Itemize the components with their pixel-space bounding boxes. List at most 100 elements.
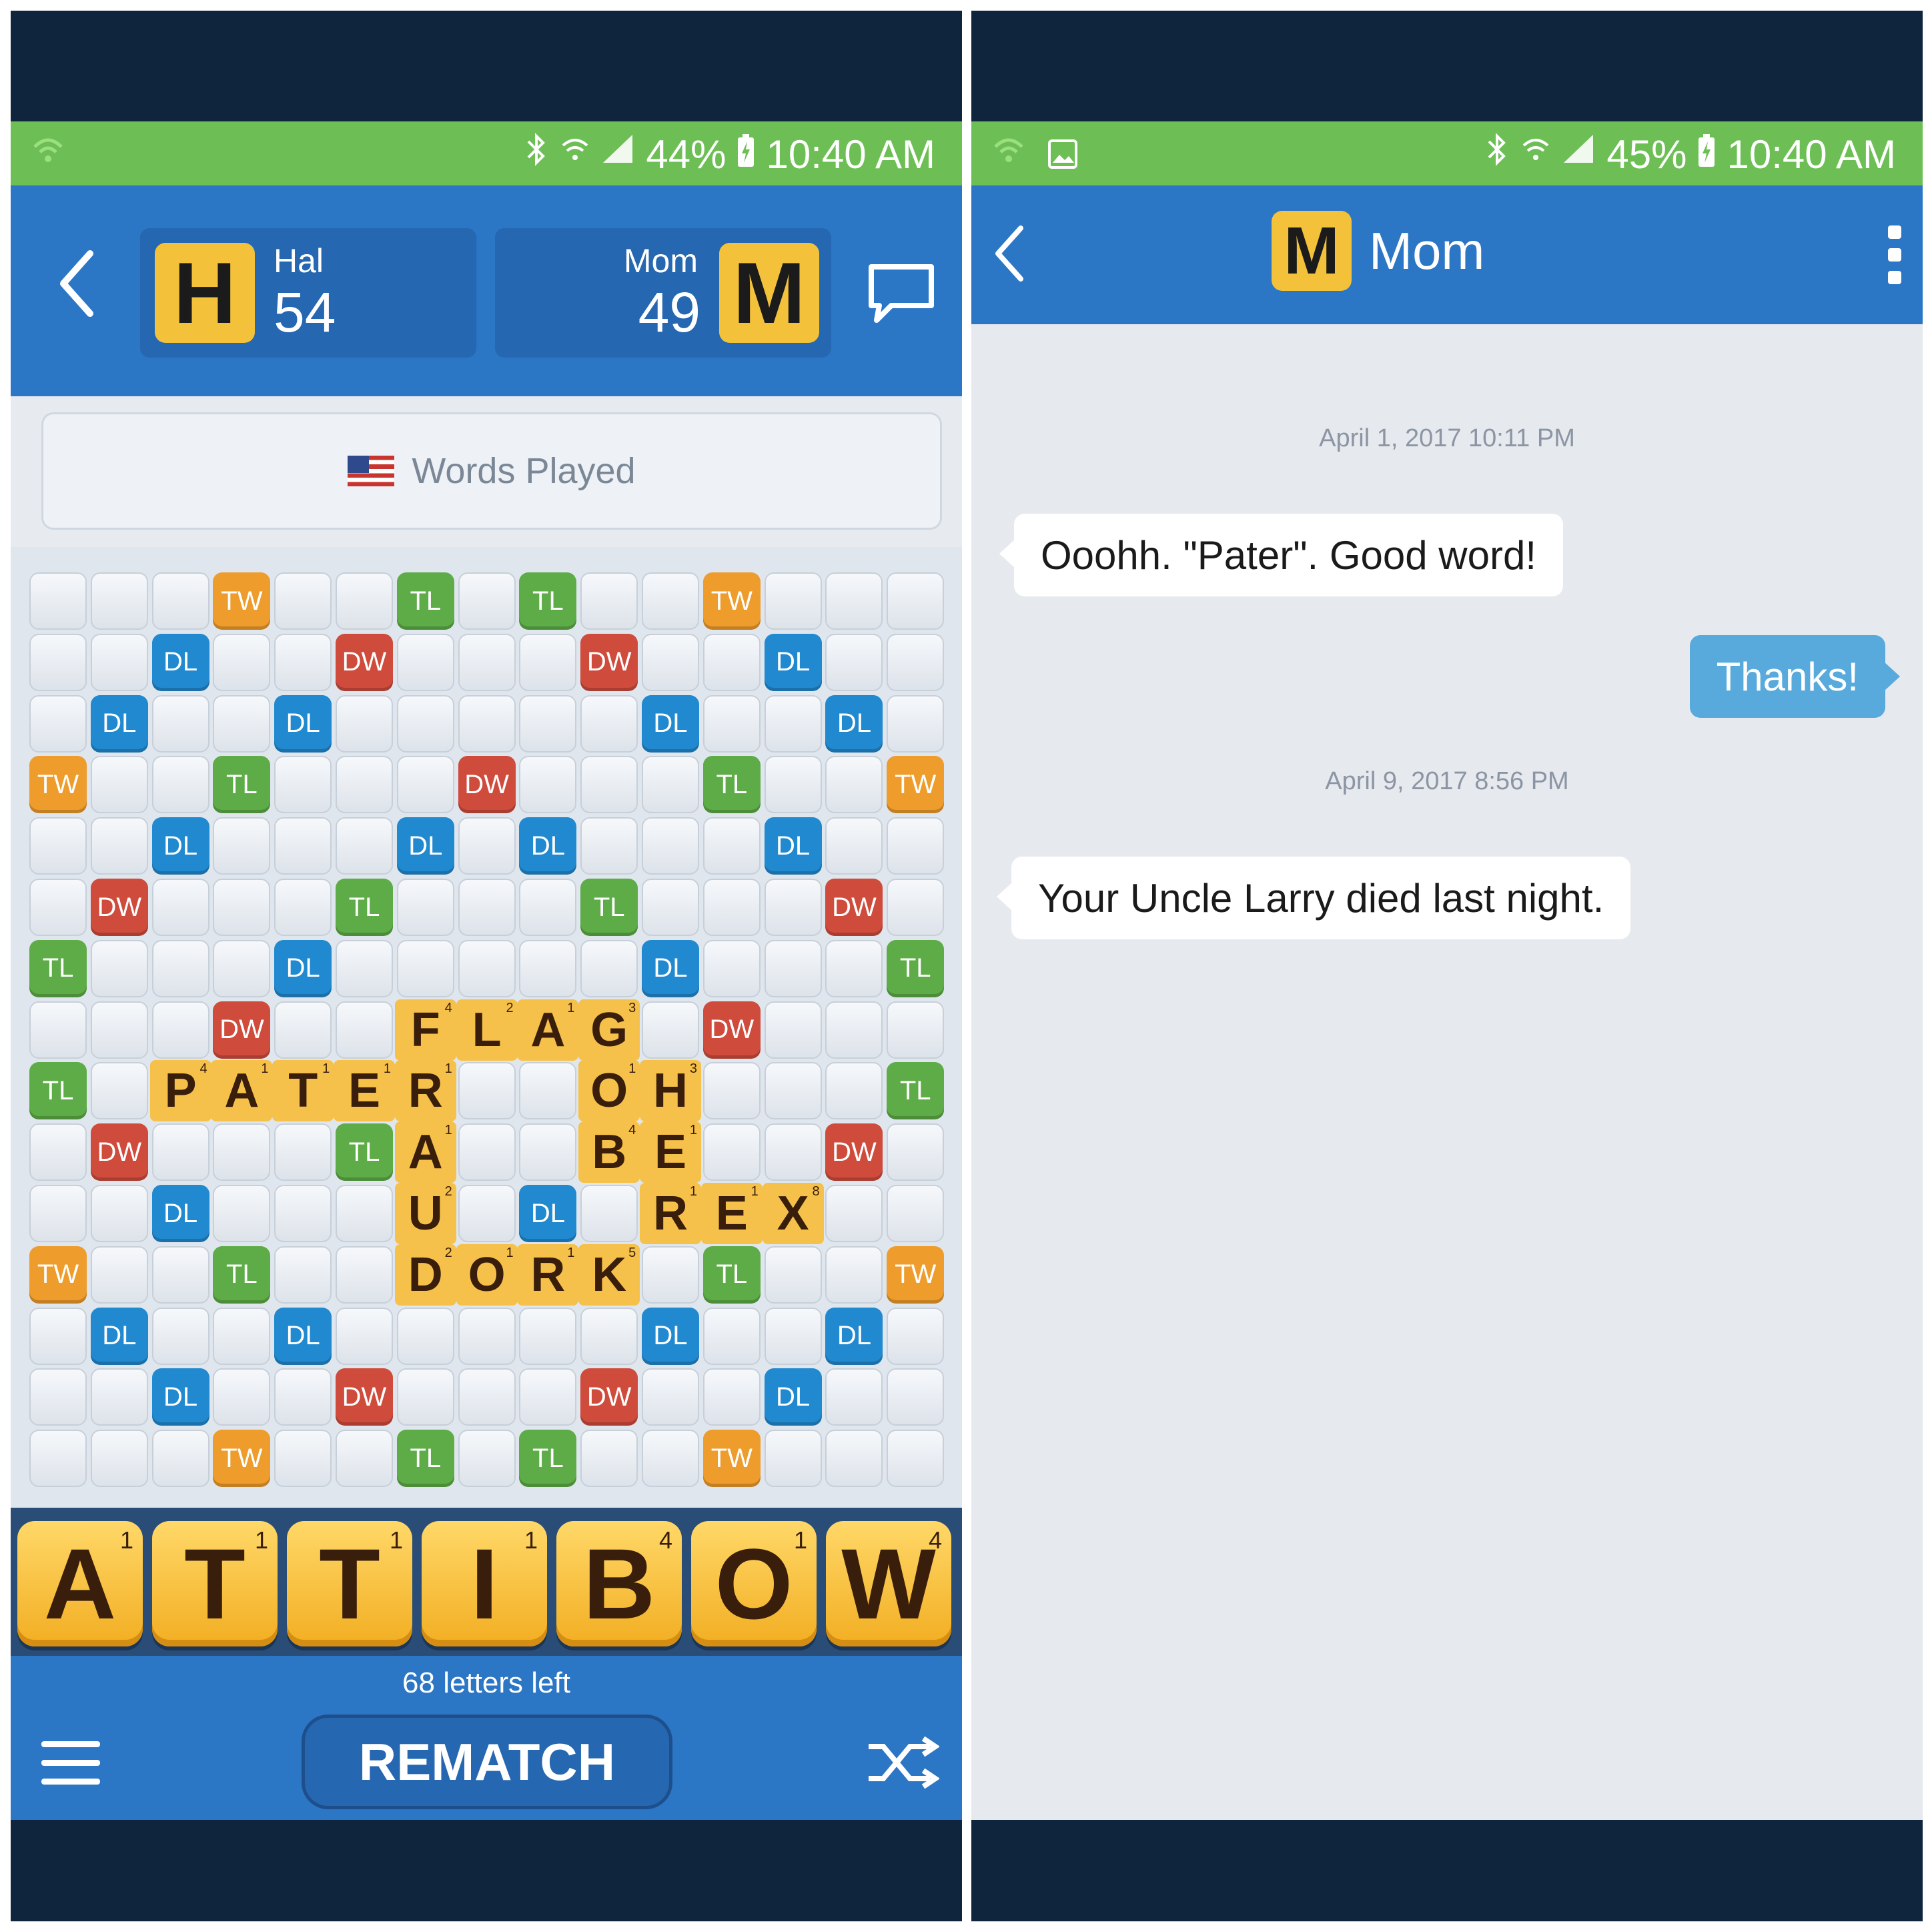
board-square[interactable] <box>764 1123 822 1181</box>
board-square[interactable] <box>29 1430 87 1488</box>
board-square[interactable] <box>213 1123 271 1181</box>
premium-square-tw[interactable]: TW <box>702 1430 761 1488</box>
board-square[interactable] <box>642 1246 699 1304</box>
premium-square-dl[interactable]: DL <box>519 1185 577 1242</box>
board-square[interactable] <box>458 1185 516 1242</box>
board-square[interactable] <box>825 1246 883 1304</box>
premium-square-dw[interactable]: DW <box>336 1368 393 1426</box>
game-board[interactable]: TW TL TL TW DL DW DW DL DL DL DL DL TW TL DW TL TW DL DL DL… <box>11 547 962 1508</box>
board-square[interactable] <box>519 1368 577 1426</box>
board-square[interactable] <box>702 879 761 936</box>
premium-square-tw[interactable]: TW <box>213 1430 271 1488</box>
board-square[interactable] <box>213 1185 271 1242</box>
rack-tile[interactable]: O1 <box>691 1521 817 1646</box>
board-square[interactable] <box>887 1001 945 1059</box>
board-square[interactable] <box>29 879 87 936</box>
board-square[interactable] <box>825 572 883 630</box>
premium-square-dl[interactable]: DL <box>764 1368 822 1426</box>
message-bubble-incoming[interactable]: Ooohh. "Pater". Good word! <box>999 514 1563 596</box>
board-square[interactable] <box>213 939 271 997</box>
premium-square-dl[interactable]: DL <box>90 1307 148 1365</box>
rack-tile[interactable]: T1 <box>152 1521 278 1646</box>
board-square[interactable] <box>458 817 516 875</box>
board-square[interactable] <box>519 1123 577 1181</box>
board-square[interactable] <box>825 1430 883 1488</box>
premium-square-tl[interactable]: TL <box>29 1062 87 1120</box>
premium-square-tw[interactable]: TW <box>29 756 87 814</box>
board-square[interactable] <box>642 756 699 814</box>
board-square[interactable] <box>29 1001 87 1059</box>
board-square[interactable] <box>213 694 271 753</box>
board-square[interactable] <box>887 879 945 936</box>
board-square[interactable] <box>274 1368 332 1426</box>
board-square[interactable] <box>458 572 516 630</box>
board-square[interactable] <box>151 1307 209 1365</box>
premium-square-dw[interactable]: DW <box>580 1368 638 1426</box>
board-square[interactable] <box>702 694 761 753</box>
board-square[interactable] <box>887 1368 945 1426</box>
board-square[interactable] <box>825 1185 883 1242</box>
board-square[interactable] <box>29 572 87 630</box>
premium-square-dl[interactable]: DL <box>764 633 822 691</box>
board-square[interactable] <box>764 1001 822 1059</box>
board-square[interactable] <box>90 1185 148 1242</box>
board-square[interactable] <box>519 939 577 997</box>
board-square[interactable] <box>396 879 454 936</box>
board-square[interactable] <box>642 1368 699 1426</box>
board-square[interactable] <box>887 1185 945 1242</box>
board-square[interactable] <box>825 756 883 814</box>
board-square[interactable] <box>458 1368 516 1426</box>
premium-square-tl[interactable]: TL <box>336 879 393 936</box>
board-square[interactable] <box>458 1062 516 1120</box>
board-square[interactable] <box>519 1307 577 1365</box>
board-square[interactable] <box>336 694 393 753</box>
player-card-mom[interactable]: Mom 49 M <box>495 228 831 358</box>
premium-square-dw[interactable]: DW <box>825 879 883 936</box>
premium-square-dw[interactable]: DW <box>825 1123 883 1181</box>
board-square[interactable] <box>642 817 699 875</box>
board-square[interactable] <box>213 633 271 691</box>
menu-button[interactable] <box>39 1736 103 1793</box>
rack-tile[interactable]: B4 <box>556 1521 682 1646</box>
board-square[interactable] <box>702 633 761 691</box>
board-square[interactable] <box>825 1062 883 1120</box>
premium-square-tl[interactable]: TL <box>887 939 945 997</box>
board-square[interactable] <box>274 1123 332 1181</box>
premium-square-dw[interactable]: DW <box>702 1001 761 1059</box>
board-square[interactable] <box>580 1185 638 1242</box>
board-square[interactable] <box>458 1307 516 1365</box>
board-square[interactable] <box>702 817 761 875</box>
premium-square-dw[interactable]: DW <box>580 633 638 691</box>
board-square[interactable] <box>151 1430 209 1488</box>
board-square[interactable] <box>887 1430 945 1488</box>
tile-rack[interactable]: A1T1T1I1B4O1W4 <box>11 1508 962 1656</box>
premium-square-tl[interactable]: TL <box>702 756 761 814</box>
board-square[interactable] <box>336 939 393 997</box>
premium-square-tl[interactable]: TL <box>29 939 87 997</box>
premium-square-tl[interactable]: TL <box>702 1246 761 1304</box>
board-square[interactable] <box>580 756 638 814</box>
board-square[interactable] <box>274 756 332 814</box>
board-square[interactable] <box>887 1307 945 1365</box>
board-square[interactable] <box>336 1001 393 1059</box>
premium-square-tw[interactable]: TW <box>213 572 271 630</box>
board-square[interactable] <box>825 1001 883 1059</box>
back-button[interactable] <box>990 221 1030 286</box>
premium-square-tl[interactable]: TL <box>213 1246 271 1304</box>
board-square[interactable] <box>764 879 822 936</box>
message-bubble-incoming[interactable]: Your Uncle Larry died last night. <box>996 857 1631 939</box>
premium-square-tl[interactable]: TL <box>396 1430 454 1488</box>
board-square[interactable] <box>29 1185 87 1242</box>
premium-square-dw[interactable]: DW <box>213 1001 271 1059</box>
overflow-menu-icon[interactable] <box>1888 225 1901 284</box>
premium-square-dw[interactable]: DW <box>336 633 393 691</box>
premium-square-dl[interactable]: DL <box>151 633 209 691</box>
board-square[interactable] <box>764 1246 822 1304</box>
premium-square-dl[interactable]: DL <box>519 817 577 875</box>
board-square[interactable] <box>90 1062 148 1120</box>
board-square[interactable] <box>519 756 577 814</box>
board-square[interactable] <box>336 756 393 814</box>
board-square[interactable] <box>90 817 148 875</box>
board-square[interactable] <box>642 633 699 691</box>
board-square[interactable] <box>90 633 148 691</box>
